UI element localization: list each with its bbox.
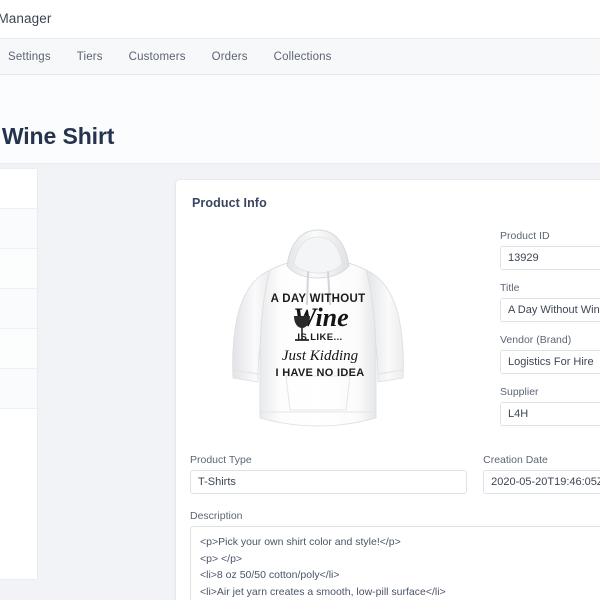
supplier-input[interactable]: L4H <box>500 402 600 426</box>
brand-title: e Manager <box>0 11 52 26</box>
nav-item-settings[interactable]: Settings <box>0 51 64 63</box>
field-title: Title A Day Without Wine S <box>500 282 600 322</box>
product-info-card: Product Info A DAY WITHOUT Wine IS LIKE.… <box>176 180 600 600</box>
nav-item-orders[interactable]: Orders <box>199 51 261 63</box>
list-item-label <box>0 209 37 222</box>
description-line: <li>8 oz 50/50 cotton/poly</li> <box>200 569 340 581</box>
description-line: <li>Air jet yarn creates a smooth, low-p… <box>200 585 446 598</box>
page-header: t Wine Shirt <box>0 75 600 164</box>
svg-text:IS LIKE...: IS LIKE... <box>297 332 342 343</box>
list-item[interactable] <box>0 289 37 329</box>
svg-text:I HAVE NO IDEA: I HAVE NO IDEA <box>276 367 365 379</box>
field-vendor: Vendor (Brand) Logistics For Hire <box>500 334 600 374</box>
svg-text:Just Kidding: Just Kidding <box>282 348 359 364</box>
nav-item-collections[interactable]: Collections <box>261 51 345 63</box>
hoodie-illustration: A DAY WITHOUT Wine IS LIKE... Just Kiddi… <box>232 229 404 427</box>
product-id-label: Product ID <box>500 230 550 242</box>
description-textarea[interactable]: <p>Pick your own shirt color and style!<… <box>190 526 600 600</box>
list-item[interactable] <box>0 209 37 249</box>
field-creation-date: Creation Date 2020-05-20T19:46:05Z <box>483 454 600 494</box>
description-line: <p> </p> <box>200 552 243 565</box>
field-description: Description <p>Pick your own shirt color… <box>190 510 600 600</box>
app-root: e Manager Settings Tiers Customers Order… <box>0 0 600 600</box>
list-item[interactable] <box>0 329 37 369</box>
creation-date-input[interactable]: 2020-05-20T19:46:05Z <box>483 470 600 494</box>
product-fields-row: Product Type T-Shirts Creation Date 2020… <box>190 454 600 506</box>
field-supplier: Supplier L4H <box>500 386 600 426</box>
description-line: <p>Pick your own shirt color and style!<… <box>200 536 401 548</box>
nav-item-customers[interactable]: Customers <box>116 51 199 63</box>
title-label: Title <box>500 282 520 294</box>
product-type-input[interactable]: T-Shirts <box>190 470 468 494</box>
sidebar-empty-space <box>0 409 37 579</box>
supplier-label: Supplier <box>500 386 539 398</box>
product-type-label: Product Type <box>190 454 252 466</box>
nav-links: Settings Tiers Customers Orders Collecti… <box>0 39 345 75</box>
page-body: Product Info A DAY WITHOUT Wine IS LIKE.… <box>0 164 600 600</box>
field-product-id: Product ID 13929 <box>500 230 600 270</box>
vendor-label: Vendor (Brand) <box>500 334 572 346</box>
vendor-input[interactable]: Logistics For Hire <box>500 350 600 374</box>
list-item[interactable] <box>0 249 37 289</box>
list-item-label <box>0 289 37 302</box>
description-label: Description <box>190 510 243 522</box>
page-title: t Wine Shirt <box>0 123 115 149</box>
product-image: A DAY WITHOUT Wine IS LIKE... Just Kiddi… <box>224 218 412 444</box>
sidebar-list-panel <box>0 168 38 580</box>
list-item-label <box>0 329 37 342</box>
product-id-input[interactable]: 13929 <box>500 246 600 270</box>
primary-nav: Settings Tiers Customers Orders Collecti… <box>0 39 600 75</box>
list-item[interactable] <box>0 369 37 409</box>
vertical-scrollbar[interactable] <box>594 164 600 600</box>
list-item-label <box>0 369 37 382</box>
nav-item-tiers[interactable]: Tiers <box>64 51 116 63</box>
brand-bar: e Manager <box>0 0 600 39</box>
sidebar-header <box>0 169 37 209</box>
list-item-label <box>0 249 37 262</box>
title-input[interactable]: A Day Without Wine S <box>500 298 600 322</box>
product-fields-right: Product ID 13929 Title A Day Without Win… <box>500 230 600 438</box>
field-product-type: Product Type T-Shirts <box>190 454 468 494</box>
card-title: Product Info <box>192 196 267 210</box>
creation-date-label: Creation Date <box>483 454 548 466</box>
